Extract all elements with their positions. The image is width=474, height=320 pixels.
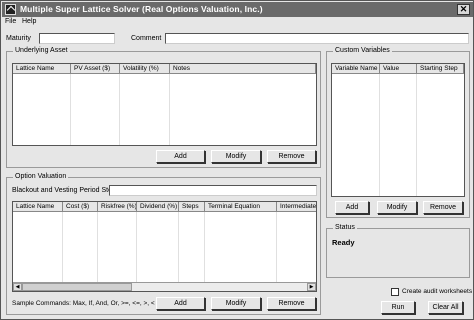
horizontal-scrollbar[interactable]: ◀ ▶ (13, 282, 316, 291)
column-header[interactable]: Value (380, 64, 417, 74)
window-title: Multiple Super Lattice Solver (Real Opti… (20, 4, 263, 14)
status-group: Status (326, 224, 470, 278)
blackout-input[interactable] (109, 185, 317, 196)
maturity-label: Maturity (6, 35, 31, 42)
column-header[interactable]: Notes (170, 64, 316, 74)
column-header[interactable]: Lattice Name (13, 202, 63, 212)
grid-body (13, 74, 170, 145)
scroll-thumb[interactable] (22, 283, 132, 291)
menu-file[interactable]: File (5, 18, 16, 25)
custom-remove-button[interactable]: Remove (423, 201, 463, 214)
scroll-right-icon[interactable]: ▶ (307, 283, 316, 291)
underlying-asset-grid[interactable]: Lattice Name PV Asset ($) Volatility (%)… (12, 63, 317, 146)
underlying-asset-title: Underlying Asset (13, 47, 70, 54)
title-bar[interactable]: Multiple Super Lattice Solver (Real Opti… (2, 2, 473, 17)
audit-checkbox-label[interactable]: Create audit worksheets (402, 288, 472, 295)
custom-grid-header: Variable Name Value Starting Step (332, 64, 464, 74)
grid-body (13, 212, 277, 282)
run-button[interactable]: Run (381, 301, 415, 314)
underlying-add-button[interactable]: Add (156, 150, 205, 163)
option-valuation-title: Option Valuation (13, 173, 69, 180)
status-title: Status (333, 224, 357, 231)
column-header[interactable]: Steps (179, 202, 205, 212)
column-header[interactable]: Lattice Name (13, 64, 71, 74)
option-add-button[interactable]: Add (156, 297, 205, 310)
underlying-grid-header: Lattice Name PV Asset ($) Volatility (%)… (13, 64, 316, 74)
underlying-remove-button[interactable]: Remove (267, 150, 316, 163)
column-header[interactable]: Riskfree (%) (98, 202, 137, 212)
grid-body (332, 74, 417, 196)
option-modify-button[interactable]: Modify (211, 297, 261, 310)
column-header[interactable]: Variable Name (332, 64, 380, 74)
column-header[interactable]: PV Asset ($) (71, 64, 120, 74)
close-icon[interactable]: ✕ (457, 4, 470, 15)
comment-input[interactable] (165, 33, 469, 44)
custom-modify-button[interactable]: Modify (377, 201, 417, 214)
comment-label: Comment (131, 35, 162, 42)
underlying-modify-button[interactable]: Modify (211, 150, 261, 163)
maturity-input[interactable] (39, 33, 115, 44)
column-header[interactable]: Intermediate (277, 202, 316, 212)
column-header[interactable]: Starting Step (417, 64, 464, 74)
option-remove-button[interactable]: Remove (267, 297, 316, 310)
option-grid-header: Lattice Name Cost ($) Riskfree (%) Divid… (13, 202, 316, 212)
custom-variables-title: Custom Variables (333, 47, 392, 54)
blackout-label: Blackout and Vesting Period Steps (12, 187, 120, 194)
column-header[interactable]: Terminal Equation (205, 202, 277, 212)
clear-all-button[interactable]: Clear All (428, 301, 463, 314)
custom-add-button[interactable]: Add (335, 201, 369, 214)
column-header[interactable]: Volatility (%) (120, 64, 170, 74)
sample-commands-text: Sample Commands: Max, If, And, Or, >=, <… (12, 300, 155, 307)
solver-window: Multiple Super Lattice Solver (Real Opti… (0, 0, 474, 320)
custom-variables-grid[interactable]: Variable Name Value Starting Step (331, 63, 465, 197)
status-text: Ready (332, 238, 355, 247)
scroll-left-icon[interactable]: ◀ (13, 283, 22, 291)
lattice-app-icon (5, 4, 16, 15)
audit-checkbox[interactable] (391, 288, 399, 296)
menu-bar: File Help (2, 17, 473, 28)
column-header[interactable]: Cost ($) (63, 202, 98, 212)
option-valuation-grid[interactable]: Lattice Name Cost ($) Riskfree (%) Divid… (12, 201, 317, 292)
column-header[interactable]: Dividend (%) (137, 202, 179, 212)
menu-help[interactable]: Help (22, 18, 36, 25)
